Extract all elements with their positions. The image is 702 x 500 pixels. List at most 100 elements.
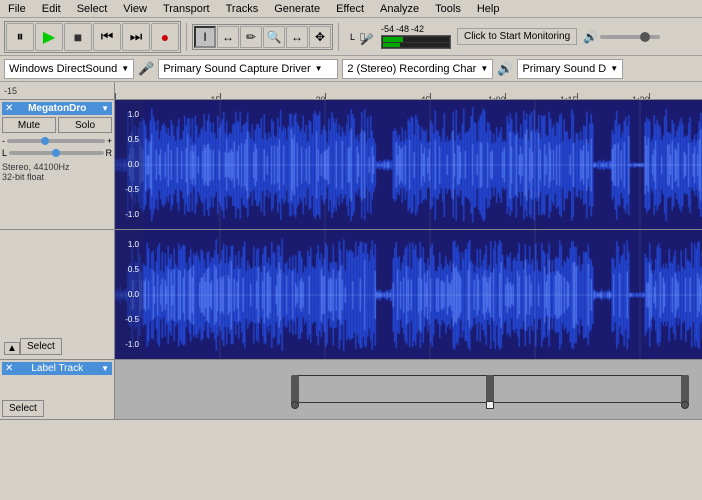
track-header-spacer bbox=[2, 232, 112, 244]
volume-slider[interactable] bbox=[600, 35, 660, 39]
speaker-icon: 🔊 bbox=[497, 61, 513, 77]
track-arrow-top[interactable]: ▼ bbox=[101, 104, 109, 113]
pause-button[interactable]: ⏸ bbox=[6, 23, 34, 51]
menu-item-tools[interactable]: Tools bbox=[431, 3, 465, 15]
menu-item-analyze[interactable]: Analyze bbox=[376, 3, 423, 15]
skip-start-button[interactable]: ⏮ bbox=[93, 23, 121, 51]
track-info-top: Stereo, 44100Hz 32-bit float bbox=[2, 162, 112, 182]
input-device-select[interactable]: Primary Sound Capture Driver ▼ bbox=[158, 59, 338, 79]
menu-item-transport[interactable]: Transport bbox=[159, 3, 214, 15]
menu-item-file[interactable]: File bbox=[4, 3, 30, 15]
waveform-canvas-bottom bbox=[115, 230, 702, 359]
select-tool[interactable]: I bbox=[194, 26, 216, 48]
ruler-tick-0: 0 bbox=[115, 93, 116, 99]
wl-bot-m1: -1.0 bbox=[117, 340, 141, 349]
label-track-select-btn[interactable]: Select bbox=[2, 400, 44, 417]
skip-end-button[interactable]: ⏭ bbox=[122, 23, 150, 51]
toolbar: ⏸ ▶ ■ ⏮ ⏭ ● I ↔ ✏ 🔍 ↔ ✥ L 🎤 -54 -48 -42 bbox=[0, 18, 702, 56]
track-header-bottom: ▲ Select bbox=[0, 230, 115, 359]
pan-slider-top[interactable] bbox=[9, 151, 103, 155]
label-track-close[interactable]: ✕ bbox=[5, 363, 13, 374]
pan-knob-top[interactable] bbox=[52, 149, 60, 157]
waveform-bottom[interactable]: 1.0 0.5 0.0 -0.5 -1.0 bbox=[115, 230, 702, 359]
label-center-handle[interactable] bbox=[486, 375, 494, 405]
draw-tool[interactable]: ✏ bbox=[240, 26, 262, 48]
waveform-top[interactable]: 1.0 0.5 0.0 -0.5 -1.0 bbox=[115, 100, 702, 229]
db-label-54: -54 bbox=[381, 24, 394, 34]
pan-r-top: R bbox=[106, 148, 113, 158]
volume-knob[interactable] bbox=[640, 32, 650, 42]
label-track-arrow[interactable]: ▼ bbox=[101, 364, 109, 373]
menu-item-generate[interactable]: Generate bbox=[270, 3, 324, 15]
select-area-bottom: ▲ Select bbox=[2, 246, 112, 357]
menu-item-tracks[interactable]: Tracks bbox=[222, 3, 263, 15]
zoom-tool[interactable]: 🔍 bbox=[263, 26, 285, 48]
ruler-scale[interactable]: 0 15 30 45 1:00 1:15 1:30 bbox=[115, 82, 702, 99]
gain-slider-top[interactable] bbox=[7, 139, 105, 143]
waveform-labels-bottom: 1.0 0.5 0.0 -0.5 -1.0 bbox=[115, 230, 143, 359]
menu-item-select[interactable]: Select bbox=[73, 3, 112, 15]
wl-top-0: 0.0 bbox=[117, 160, 141, 169]
output-dropdown-arrow: ▼ bbox=[610, 64, 618, 73]
edit-tools: I ↔ ✏ 🔍 ↔ ✥ bbox=[192, 24, 333, 50]
audio-track-bottom: ▲ Select 1.0 0.5 0.0 -0.5 -1.0 bbox=[0, 230, 702, 360]
gain-plus-top: + bbox=[107, 136, 112, 146]
monitor-button[interactable]: Click to Start Monitoring bbox=[457, 28, 577, 45]
channels-value: 2 (Stereo) Recording Char bbox=[347, 63, 476, 75]
label-track-title-bar: ✕ Label Track ▼ bbox=[2, 362, 112, 375]
menu-item-help[interactable]: Help bbox=[473, 3, 504, 15]
db-label-42: -42 bbox=[411, 24, 424, 34]
select-button-bottom[interactable]: Select bbox=[20, 338, 62, 355]
track-header-top: ✕ MegatonDro ▼ Mute Solo - + L bbox=[0, 100, 115, 229]
menu-item-edit[interactable]: Edit bbox=[38, 3, 65, 15]
ruler-tick-30: 30 bbox=[325, 93, 326, 99]
menu-item-view[interactable]: View bbox=[119, 3, 151, 15]
track-name-top: MegatonDro bbox=[28, 103, 86, 114]
ruler-tick-115: 1:15 bbox=[577, 93, 578, 99]
wl-bot-1: 1.0 bbox=[117, 240, 141, 249]
tracks-container: ✕ MegatonDro ▼ Mute Solo - + L bbox=[0, 100, 702, 500]
record-button[interactable]: ● bbox=[151, 23, 179, 51]
multi-tool[interactable]: ✥ bbox=[309, 26, 331, 48]
divider-2 bbox=[338, 23, 339, 51]
vu-l-label: L bbox=[350, 32, 358, 42]
solo-button-top[interactable]: Solo bbox=[58, 117, 112, 133]
volume-icon: 🔊 bbox=[583, 30, 598, 44]
play-button[interactable]: ▶ bbox=[35, 23, 63, 51]
mute-button-top[interactable]: Mute bbox=[2, 117, 56, 133]
audio-host-select[interactable]: Windows DirectSound ▼ bbox=[4, 59, 134, 79]
vu-bar-r bbox=[383, 37, 449, 42]
label-right-handle[interactable] bbox=[681, 375, 689, 405]
output-device-select[interactable]: Primary Sound D ▼ bbox=[517, 59, 623, 79]
label-right-diamond bbox=[681, 401, 689, 409]
audio-track-top: ✕ MegatonDro ▼ Mute Solo - + L bbox=[0, 100, 702, 230]
ruler-tick-100: 1:00 bbox=[505, 93, 506, 99]
stop-button[interactable]: ■ bbox=[64, 23, 92, 51]
label-left-diamond bbox=[291, 401, 299, 409]
gain-knob-top[interactable] bbox=[41, 137, 49, 145]
wl-top-m1: -1.0 bbox=[117, 210, 141, 219]
waveform-labels-top: 1.0 0.5 0.0 -0.5 -1.0 bbox=[115, 100, 143, 229]
timeshift-tool[interactable]: ↔ bbox=[286, 26, 308, 48]
db-scale: -54 -48 -42 bbox=[381, 24, 451, 49]
divider-1 bbox=[186, 23, 187, 51]
db-label-48: -48 bbox=[396, 24, 409, 34]
ruler-tick-130: 1:30 bbox=[649, 93, 650, 99]
mic-icon-area: 🎤 bbox=[360, 33, 365, 41]
envelope-tool[interactable]: ↔ bbox=[217, 26, 239, 48]
menu-item-effect[interactable]: Effect bbox=[332, 3, 368, 15]
label-track-header: ✕ Label Track ▼ Select bbox=[0, 360, 115, 419]
label-track-name: Label Track bbox=[31, 363, 83, 374]
label-track-content[interactable] bbox=[115, 360, 702, 419]
mic-icon: 🎤 bbox=[360, 33, 374, 46]
label-left-handle[interactable] bbox=[291, 375, 299, 405]
wl-top-05: 0.5 bbox=[117, 135, 141, 144]
vu-meter-section: L 🎤 bbox=[350, 32, 365, 42]
ruler-negative-label: -15 bbox=[4, 86, 17, 96]
scroll-up-arrow[interactable]: ▲ bbox=[4, 342, 20, 355]
track-close-top[interactable]: ✕ bbox=[5, 103, 13, 114]
vu-bars bbox=[381, 35, 451, 49]
vu-fill-l bbox=[383, 43, 400, 48]
channels-select[interactable]: 2 (Stereo) Recording Char ▼ bbox=[342, 59, 493, 79]
waveform-canvas-top bbox=[115, 100, 702, 229]
